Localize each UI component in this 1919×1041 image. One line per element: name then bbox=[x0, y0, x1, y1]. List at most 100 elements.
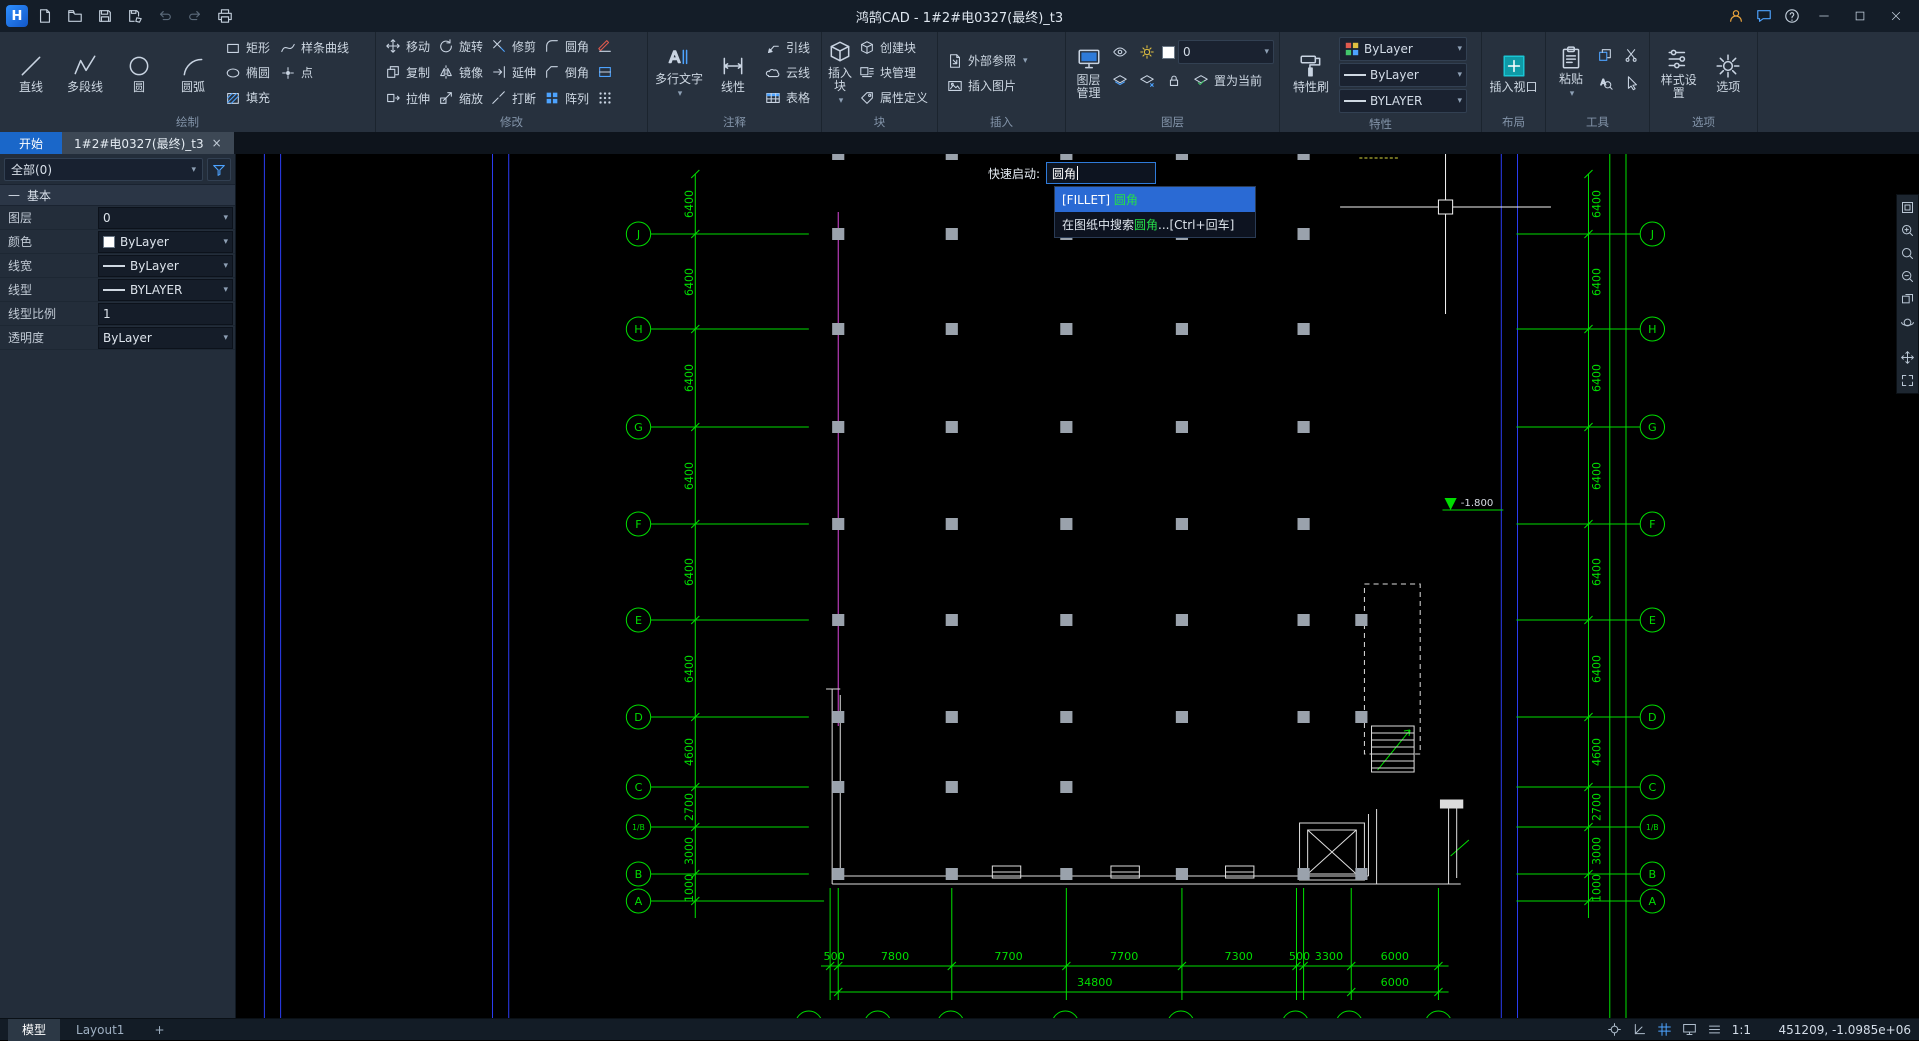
block-manager-button[interactable]: 块管理 bbox=[855, 60, 932, 85]
leader-button[interactable]: 引线 bbox=[761, 35, 814, 60]
circle-button[interactable]: 圆 bbox=[113, 35, 165, 111]
color-value-select[interactable]: ByLayer▾ bbox=[98, 231, 233, 253]
fit-view-button[interactable] bbox=[1898, 197, 1917, 218]
style-settings-button[interactable]: 样式设置 bbox=[1655, 35, 1703, 111]
point-button[interactable]: 点 bbox=[276, 60, 353, 85]
tab-drawing-document[interactable]: 1#2#电0327(最终)_t3× bbox=[62, 132, 234, 154]
array-button[interactable]: 阵列 bbox=[540, 86, 593, 111]
orbit-button[interactable] bbox=[1898, 312, 1917, 333]
tab-layout1[interactable]: Layout1 bbox=[62, 1019, 138, 1041]
layer-manager-button[interactable]: 图层管理 bbox=[1071, 35, 1106, 111]
layer-off-button[interactable] bbox=[1108, 69, 1132, 93]
tab-model-space[interactable]: 模型 bbox=[8, 1019, 60, 1041]
layer-freeze-button[interactable] bbox=[1135, 69, 1159, 93]
paste-button[interactable]: 粘贴▾ bbox=[1551, 35, 1591, 111]
linetype-value-select[interactable]: BYLAYER▾ bbox=[98, 279, 233, 301]
panel-section-basic[interactable]: —基本 bbox=[0, 184, 235, 206]
mirror-button[interactable]: 镜像 bbox=[434, 60, 487, 85]
polyline-button[interactable]: 多段线 bbox=[59, 35, 111, 111]
modify-join-button[interactable] bbox=[593, 60, 617, 84]
linetype-select[interactable]: BYLAYER▾ bbox=[1339, 89, 1467, 113]
suggestion-search-in-drawing[interactable]: 在图纸中搜索圆角...[Ctrl+回车] bbox=[1055, 212, 1255, 237]
line-button[interactable]: 直线 bbox=[5, 35, 57, 111]
revcloud-button[interactable]: 云线 bbox=[761, 60, 814, 85]
pan-button[interactable] bbox=[1898, 347, 1917, 368]
menu-icon[interactable] bbox=[1707, 1022, 1722, 1037]
spline-button[interactable]: 样条曲线 bbox=[276, 35, 353, 60]
trim-button[interactable]: 修剪 bbox=[487, 34, 540, 59]
fillet-button[interactable]: 圆角 bbox=[540, 34, 593, 59]
insert-image-button[interactable]: 插入图片 bbox=[943, 73, 1032, 98]
layer-color-swatch[interactable] bbox=[1162, 46, 1175, 59]
arc-button[interactable]: 圆弧 bbox=[167, 35, 219, 111]
scale-button[interactable]: 缩放 bbox=[434, 86, 487, 111]
mtext-button[interactable]: A多行文字▾ bbox=[653, 35, 705, 111]
maximize-button[interactable] bbox=[1843, 3, 1877, 29]
print-button[interactable] bbox=[212, 4, 238, 28]
layer-value-select[interactable]: 0▾ bbox=[98, 207, 233, 229]
quick-launch-input[interactable]: 圆角 bbox=[1046, 162, 1156, 184]
table-button[interactable]: 表格 bbox=[761, 85, 814, 110]
zoom-out-button[interactable] bbox=[1898, 266, 1917, 287]
move-button[interactable]: 移动 bbox=[381, 34, 434, 59]
chamfer-button[interactable]: 倒角 bbox=[540, 60, 593, 85]
ortho-angle-icon[interactable] bbox=[1632, 1022, 1647, 1037]
undo-button[interactable] bbox=[152, 4, 178, 28]
scale-indicator[interactable]: 1:1 bbox=[1732, 1023, 1751, 1037]
help-button[interactable] bbox=[1779, 4, 1805, 28]
feedback-button[interactable] bbox=[1751, 4, 1777, 28]
full-screen-button[interactable] bbox=[1898, 370, 1917, 391]
tools-cut-button[interactable] bbox=[1620, 43, 1644, 67]
linear-dim-button[interactable]: 线性 bbox=[707, 35, 759, 111]
hatch-button[interactable]: 填充 bbox=[221, 85, 274, 110]
tools-copy-button[interactable] bbox=[1593, 43, 1617, 67]
attribute-define-button[interactable]: 属性定义 bbox=[855, 85, 932, 110]
zoom-realtime-button[interactable] bbox=[1898, 243, 1917, 264]
layer-lock-button[interactable] bbox=[1162, 69, 1186, 93]
create-block-button[interactable]: 创建块 bbox=[855, 35, 932, 60]
options-button[interactable]: 选项 bbox=[1705, 35, 1753, 111]
redo-button[interactable] bbox=[182, 4, 208, 28]
layer-visibility-button[interactable] bbox=[1108, 40, 1132, 64]
find-text-button[interactable]: A bbox=[1593, 71, 1617, 95]
transparency-value-select[interactable]: ByLayer▾ bbox=[98, 327, 233, 349]
modify-explode-button[interactable] bbox=[593, 86, 617, 110]
rotate-button[interactable]: 旋转 bbox=[434, 34, 487, 59]
layer-select[interactable]: 0▾ bbox=[1178, 40, 1274, 64]
minimize-button[interactable] bbox=[1807, 3, 1841, 29]
close-tab-icon[interactable]: × bbox=[212, 136, 222, 150]
save-button[interactable] bbox=[92, 4, 118, 28]
stretch-button[interactable]: 拉伸 bbox=[381, 86, 434, 111]
lineweight-value-select[interactable]: ByLayer▾ bbox=[98, 255, 233, 277]
linetype-scale-input[interactable]: 1 bbox=[98, 303, 233, 325]
suggestion-fillet-command[interactable]: [FILLET] 圆角 bbox=[1055, 187, 1255, 212]
filter-settings-button[interactable] bbox=[207, 158, 231, 181]
rectangle-button[interactable]: 矩形 bbox=[221, 35, 274, 60]
close-button[interactable] bbox=[1879, 3, 1913, 29]
match-properties-button[interactable]: 特性刷 bbox=[1285, 35, 1337, 111]
display-monitor-icon[interactable] bbox=[1682, 1022, 1697, 1037]
selection-filter-select[interactable]: 全部(0)▾ bbox=[4, 158, 203, 181]
xref-button[interactable]: 外部参照▾ bbox=[943, 48, 1032, 73]
extend-button[interactable]: 延伸 bbox=[487, 60, 540, 85]
zoom-previous-button[interactable] bbox=[1898, 289, 1917, 310]
layer-brightness-button[interactable] bbox=[1135, 40, 1159, 64]
lineweight-select[interactable]: ByLayer▾ bbox=[1339, 63, 1467, 87]
grid-icon[interactable] bbox=[1657, 1022, 1672, 1037]
color-select[interactable]: ByLayer▾ bbox=[1339, 37, 1467, 61]
drawing-canvas[interactable]: JJ HH GG FF EE DD CC 1/B1/B BB AA 6400 6… bbox=[236, 154, 1919, 1018]
break-button[interactable]: 打断 bbox=[487, 86, 540, 111]
tab-start[interactable]: 开始 bbox=[0, 132, 62, 154]
set-current-layer-button[interactable]: 置为当前 bbox=[1189, 68, 1266, 93]
insert-viewport-button[interactable]: 插入视口 bbox=[1488, 35, 1540, 111]
open-file-button[interactable] bbox=[62, 4, 88, 28]
zoom-in-button[interactable] bbox=[1898, 220, 1917, 241]
modify-erase-button[interactable] bbox=[593, 34, 617, 58]
ellipse-button[interactable]: 椭圆 bbox=[221, 60, 274, 85]
new-file-button[interactable] bbox=[32, 4, 58, 28]
copy-button[interactable]: 复制 bbox=[381, 60, 434, 85]
insert-block-button[interactable]: 插入块▾ bbox=[827, 35, 853, 111]
snap-target-icon[interactable] bbox=[1607, 1022, 1622, 1037]
user-account-button[interactable] bbox=[1723, 4, 1749, 28]
add-layout-button[interactable]: + bbox=[140, 1019, 178, 1041]
